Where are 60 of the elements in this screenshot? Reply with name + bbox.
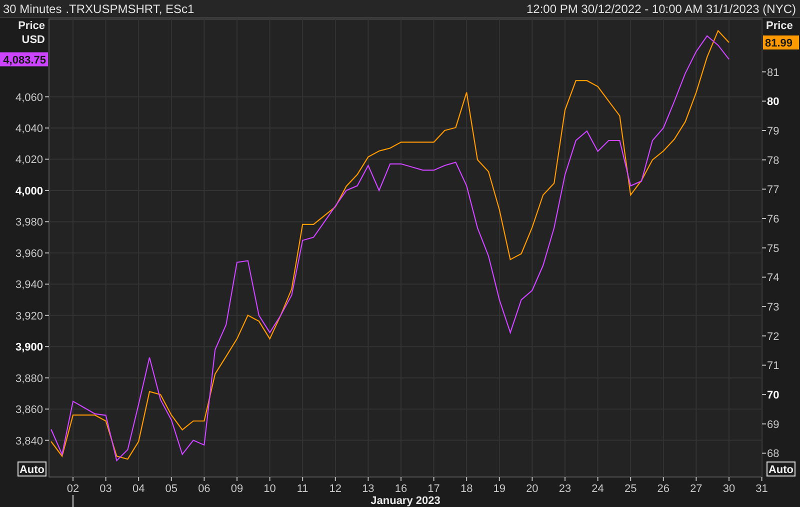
auto-scale-button[interactable]: Auto (18, 462, 46, 476)
axis-label: 02 (66, 483, 80, 495)
axis-label: 16 (394, 483, 408, 495)
axis-label: 31 (756, 483, 768, 495)
axis-label: 26 (657, 483, 670, 495)
auto-scale-button[interactable]: Auto (766, 462, 796, 476)
axis-label: 4,000 (15, 185, 43, 198)
axis-label: 13 (362, 483, 374, 495)
axis-label: 80 (767, 96, 780, 108)
axis-title: January 2023 (370, 495, 440, 507)
axis-label: 3,880 (15, 372, 43, 385)
axis-label: 3,980 (15, 216, 43, 229)
axis-label: 79 (767, 126, 780, 138)
axis-label: 18 (460, 483, 473, 495)
axis-label: 17 (428, 483, 440, 495)
axis-label: 3,960 (15, 248, 43, 260)
axis-label: 04 (132, 483, 145, 495)
axis-label: 71 (767, 360, 780, 372)
axis-label: 3,940 (15, 279, 43, 292)
axis-label: 74 (767, 272, 780, 284)
axis-title: Price (766, 20, 793, 32)
axis-label: 20 (526, 483, 538, 495)
axis-unit: USD (22, 34, 45, 46)
chart-title: .TRXUSPMSHRT, ESc1 (66, 2, 194, 16)
axis-label: 4,040 (15, 123, 43, 135)
last-price-badge: 81.99 (763, 35, 799, 50)
cursor-marker (72, 494, 74, 507)
axis-label: 03 (100, 483, 112, 495)
axis-label: 27 (690, 483, 702, 495)
axis-label: 3,920 (15, 310, 43, 322)
axis-label: 4,020 (15, 154, 43, 166)
axis-label: 69 (767, 418, 780, 431)
axis-label: 70 (767, 390, 780, 402)
axis-label: 73 (767, 302, 780, 314)
axis-label: 68 (767, 448, 780, 460)
axis-label: 75 (767, 242, 780, 255)
last-price-badge: 4,083.75 (0, 52, 48, 66)
axis-label: 19 (493, 483, 506, 495)
axis-label: 09 (230, 483, 244, 495)
axis-label: 06 (198, 483, 210, 495)
axis-label: 76 (767, 214, 780, 226)
axis-label: 78 (767, 154, 780, 167)
date-range: 12:00 PM 30/12/2022 - 10:00 AM 31/1/2023 (NYC) (526, 2, 796, 16)
axis-label: 23 (558, 483, 572, 495)
axis-label: 10 (264, 483, 276, 495)
axis-label: 05 (165, 483, 178, 495)
axis-label: 3,900 (15, 342, 43, 354)
axis-label: 77 (767, 184, 780, 196)
axis-label: 72 (767, 330, 780, 343)
axis-label: 11 (296, 483, 308, 495)
axis-label: 30 (722, 483, 736, 495)
chart-interval: 30 Minutes (3, 2, 62, 16)
axis-label: 81 (767, 66, 780, 79)
axis-title: Price (18, 20, 45, 32)
axis-label: 24 (592, 483, 604, 495)
axis-label: 12 (329, 483, 342, 495)
axis-label: 4,060 (15, 92, 43, 104)
axis-label: 3,840 (15, 435, 43, 448)
axis-label: 25 (624, 483, 637, 495)
axis-label: 3,860 (15, 404, 43, 416)
